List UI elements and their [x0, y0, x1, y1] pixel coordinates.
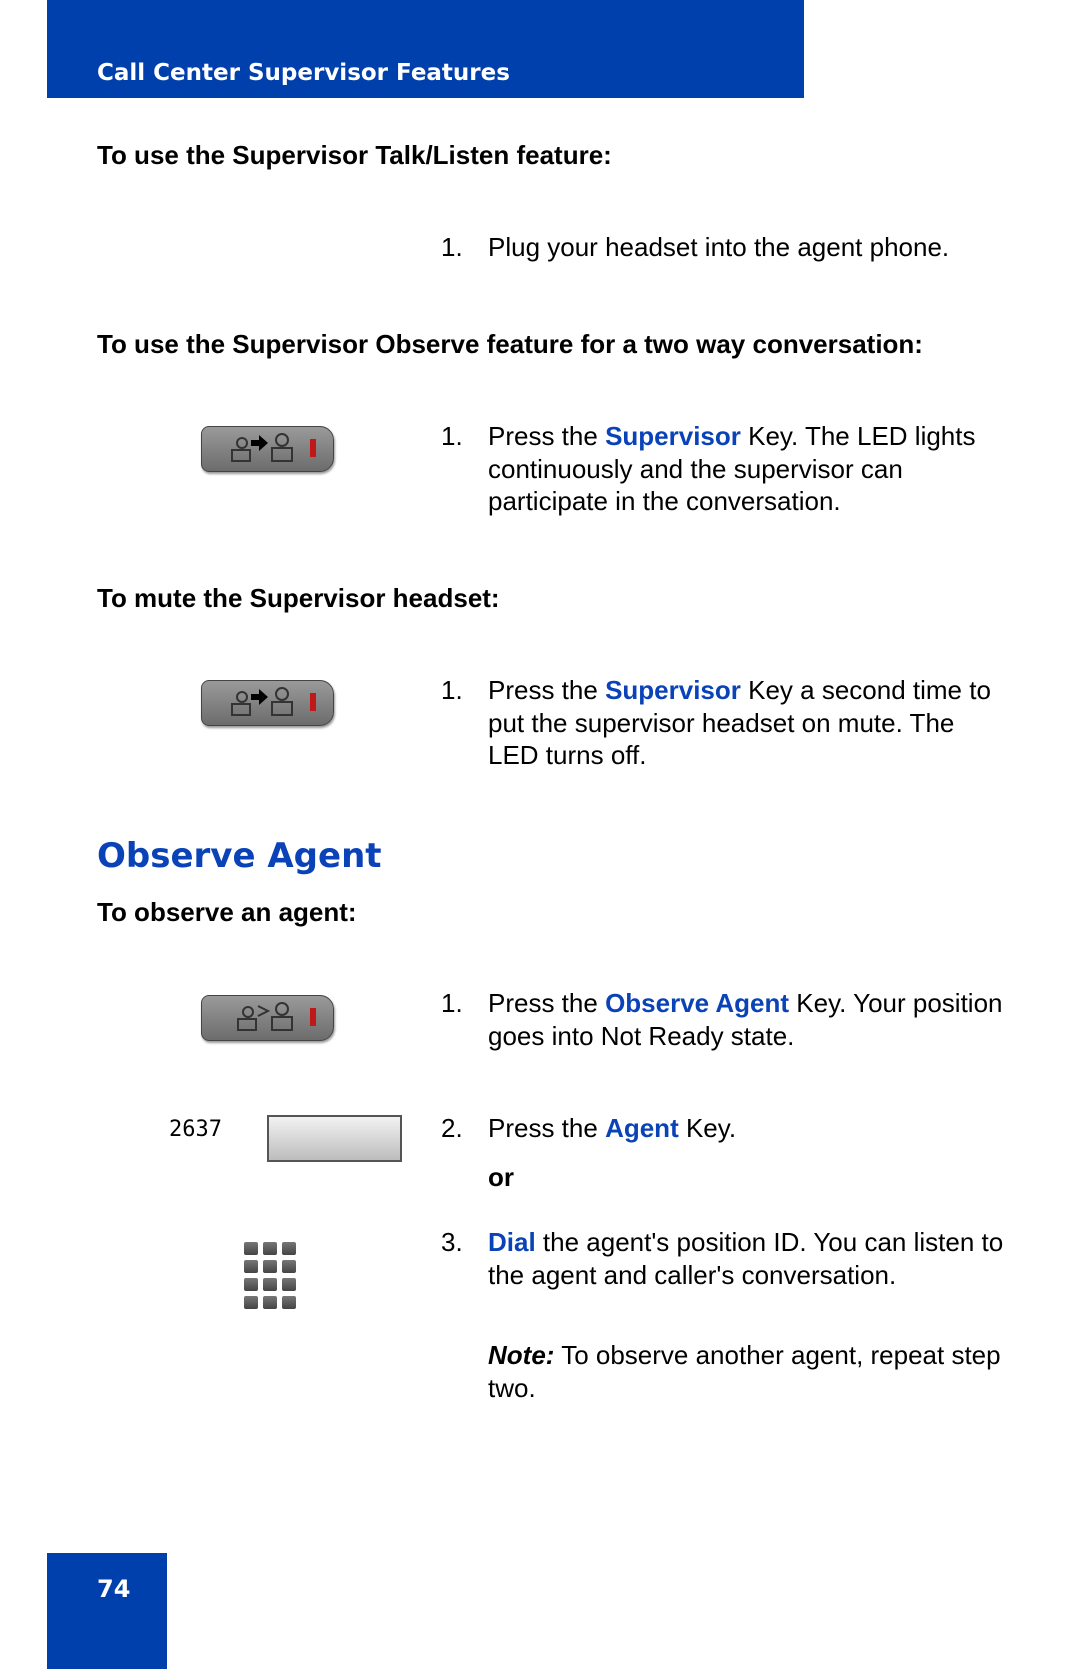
header-bar: Call Center Supervisor Features	[47, 0, 804, 98]
heading-observe-agent: To observe an agent:	[97, 897, 357, 927]
observe-agent-icon	[237, 1002, 316, 1031]
note: Note: To observe another agent, repeat s…	[488, 1340, 1001, 1403]
step-text: Press the Supervisor Key. The LED lights…	[488, 421, 976, 516]
agent-key-ref: Agent	[605, 1113, 679, 1143]
heading-observe-two-way: To use the Supervisor Observe feature fo…	[97, 329, 923, 359]
step-number: 3.	[441, 1227, 463, 1257]
supervisor-key[interactable]	[201, 680, 334, 726]
observe-agent-key[interactable]	[201, 995, 334, 1041]
note-label: Note:	[488, 1340, 555, 1370]
step-number: 1.	[441, 988, 463, 1018]
supervisor-key[interactable]	[201, 426, 334, 472]
step-number: 1.	[441, 421, 463, 451]
or-label: or	[488, 1162, 514, 1192]
agent-id-label: 2637	[169, 1117, 222, 1142]
observe-agent-key-ref: Observe Agent	[605, 988, 790, 1018]
page-number-box: 74	[47, 1553, 167, 1669]
step-text: Dial the agent's position ID. You can li…	[488, 1227, 1004, 1290]
step-number: 1.	[441, 232, 463, 262]
dial-ref: Dial	[488, 1227, 536, 1257]
step-text: Press the Supervisor Key a second time t…	[488, 675, 991, 770]
step-text: Press the Observe Agent Key. Your positi…	[488, 988, 1003, 1051]
step-text: Press the Agent Key.	[488, 1113, 737, 1143]
heading-talk-listen: To use the Supervisor Talk/Listen featur…	[97, 140, 612, 170]
step-text: Plug your headset into the agent phone.	[488, 232, 950, 262]
supervisor-transfer-icon	[231, 433, 316, 462]
agent-key[interactable]	[267, 1115, 402, 1162]
step-number: 1.	[441, 675, 463, 705]
heading-mute: To mute the Supervisor headset:	[97, 583, 500, 613]
supervisor-key-ref: Supervisor	[605, 675, 741, 705]
page-number: 74	[97, 1575, 131, 1603]
section-title: Observe Agent	[97, 836, 382, 876]
supervisor-key-ref: Supervisor	[605, 421, 741, 451]
dialpad-icon	[244, 1242, 296, 1309]
header-title: Call Center Supervisor Features	[97, 60, 510, 86]
supervisor-transfer-icon	[231, 687, 316, 716]
step-number: 2.	[441, 1113, 463, 1143]
